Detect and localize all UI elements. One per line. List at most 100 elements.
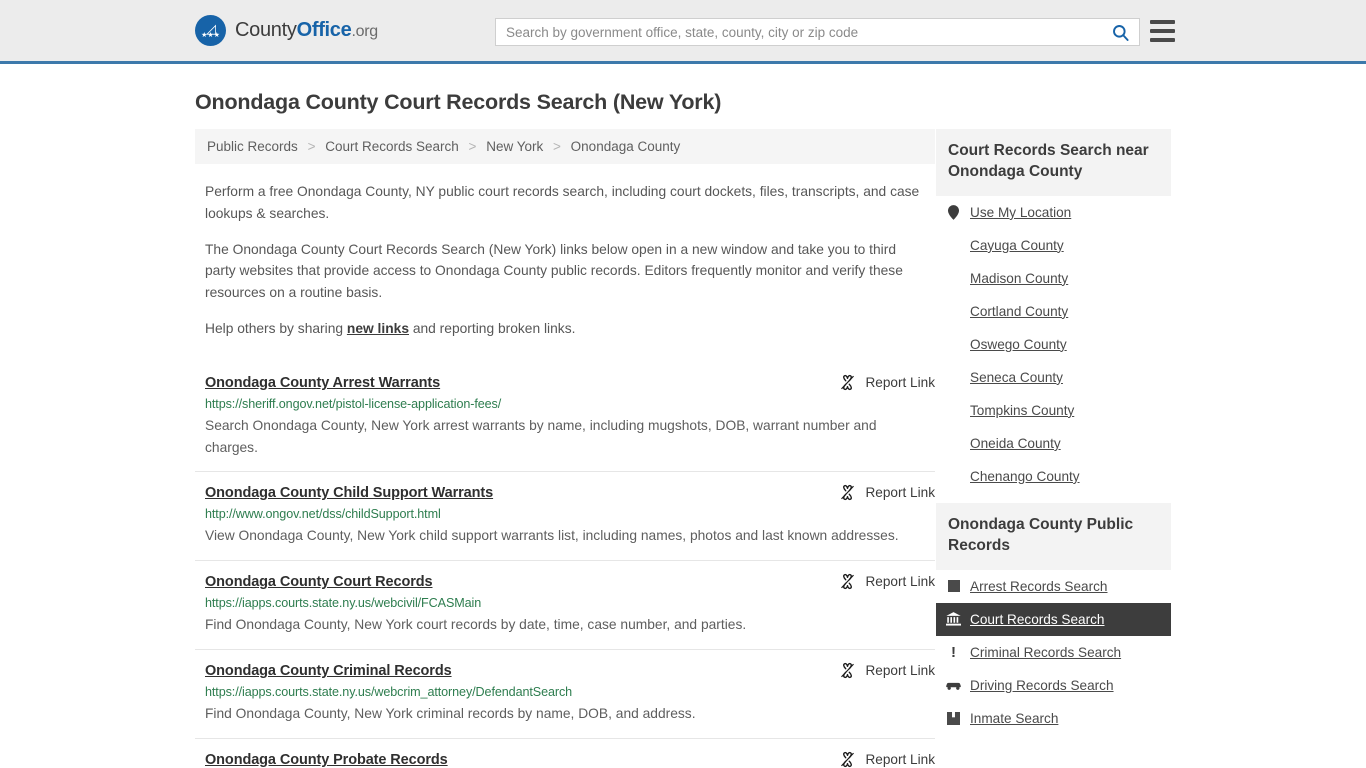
hamburger-bar (1150, 38, 1175, 42)
sidebar-public-records-section: Onondaga County Public Records Arrest Re… (936, 503, 1171, 735)
map-pin-glyph (948, 205, 959, 220)
exclamation-icon: ! (946, 645, 961, 660)
search-icon (1111, 23, 1130, 42)
sidebar-item-label: Arrest Records Search (970, 579, 1108, 594)
sidebar-nearby-section: Court Records Search near Onondaga Count… (936, 129, 1171, 493)
result-item: Onondaga County Probate Records Report L… (195, 738, 935, 768)
sidebar-item-cortland-county[interactable]: Cortland County (936, 295, 1171, 328)
broken-link-icon (839, 484, 856, 501)
jail-glyph (947, 712, 960, 725)
result-title-link[interactable]: Onondaga County Child Support Warrants (205, 485, 493, 501)
site-logo[interactable]: ◿ ★★★ CountyOffice.org (195, 15, 378, 46)
result-item: Onondaga County Court Records https://ia… (195, 560, 935, 649)
logo-text-county: County (235, 19, 297, 41)
content-columns: Public Records > Court Records Search > … (195, 129, 1171, 768)
result-title-link[interactable]: Onondaga County Court Records (205, 574, 433, 590)
sidebar-item-label: Inmate Search (970, 711, 1058, 726)
page-title: Onondaga County Court Records Search (Ne… (195, 90, 1171, 115)
sidebar-public-records-list: Arrest Records Search (936, 570, 1171, 735)
report-link-label: Report Link (865, 574, 935, 589)
courthouse-icon (946, 612, 961, 626)
broken-link-icon (839, 662, 856, 679)
sidebar-item-use-my-location[interactable]: Use My Location (936, 196, 1171, 229)
result-title-link[interactable]: Onondaga County Arrest Warrants (205, 375, 440, 391)
result-description: Search Onondaga County, New York arrest … (205, 415, 905, 459)
intro-paragraph-2: The Onondaga County Court Records Search… (205, 239, 923, 304)
report-link-button[interactable]: Report Link (839, 573, 935, 590)
sidebar-item-label: Chenango County (970, 469, 1080, 484)
breadcrumb-item-public-records[interactable]: Public Records (207, 139, 298, 154)
report-link-button[interactable]: Report Link (839, 662, 935, 679)
page-container: Onondaga County Court Records Search (Ne… (0, 90, 1366, 768)
sidebar-item-arrest-records-search[interactable]: Arrest Records Search (936, 570, 1171, 603)
report-link-button[interactable]: Report Link (839, 484, 935, 501)
sidebar-item-seneca-county[interactable]: Seneca County (936, 361, 1171, 394)
broken-link-icon (839, 573, 856, 590)
sidebar-item-driving-records-search[interactable]: Driving Records Search (936, 669, 1171, 702)
jail-icon (946, 712, 961, 725)
intro-paragraph-1: Perform a free Onondaga County, NY publi… (205, 181, 923, 225)
sidebar-item-label: Oneida County (970, 436, 1061, 451)
sidebar-item-tompkins-county[interactable]: Tompkins County (936, 394, 1171, 427)
logo-wordmark: CountyOffice.org (235, 19, 378, 42)
sidebar-item-label: Cortland County (970, 304, 1068, 319)
sidebar-item-madison-county[interactable]: Madison County (936, 262, 1171, 295)
sidebar-item-oneida-county[interactable]: Oneida County (936, 427, 1171, 460)
broken-link-icon (839, 374, 856, 391)
main-column: Public Records > Court Records Search > … (195, 129, 935, 768)
sidebar-item-inmate-search[interactable]: Inmate Search (936, 702, 1171, 735)
hamburger-menu-icon[interactable] (1150, 20, 1175, 42)
sidebar-item-label: Use My Location (970, 205, 1071, 220)
result-description: Find Onondaga County, New York criminal … (205, 703, 905, 725)
sidebar-nearby-list: Use My Location Cayuga County Madison Co… (936, 196, 1171, 493)
sidebar-item-label: Court Records Search (970, 612, 1104, 627)
car-icon (946, 680, 961, 691)
breadcrumb-separator: > (553, 139, 561, 154)
sidebar-item-oswego-county[interactable]: Oswego County (936, 328, 1171, 361)
sidebar-item-label: Driving Records Search (970, 678, 1114, 693)
courthouse-glyph (946, 612, 961, 626)
sidebar-item-label: Oswego County (970, 337, 1067, 352)
broken-link-icon (839, 751, 856, 768)
intro-p3-after: and reporting broken links. (409, 321, 575, 336)
sidebar-item-court-records-search[interactable]: Court Records Search (936, 603, 1171, 636)
search-bar (495, 18, 1140, 46)
result-item: Onondaga County Arrest Warrants https://… (195, 362, 935, 472)
result-title-link[interactable]: Onondaga County Probate Records (205, 752, 448, 768)
results-list: Onondaga County Arrest Warrants https://… (195, 362, 935, 768)
eagle-seal-icon: ◿ ★★★ (195, 15, 226, 46)
report-link-label: Report Link (865, 375, 935, 390)
breadcrumb: Public Records > Court Records Search > … (195, 129, 935, 164)
breadcrumb-item-court-records-search[interactable]: Court Records Search (325, 139, 459, 154)
map-pin-icon (946, 205, 961, 220)
sidebar-item-label: Criminal Records Search (970, 645, 1121, 660)
breadcrumb-item-new-york[interactable]: New York (486, 139, 543, 154)
result-url: https://sheriff.ongov.net/pistol-license… (205, 397, 935, 411)
new-links-link[interactable]: new links (347, 321, 409, 336)
intro-p3-before: Help others by sharing (205, 321, 347, 336)
sidebar-public-records-heading: Onondaga County Public Records (936, 503, 1171, 570)
sidebar-item-chenango-county[interactable]: Chenango County (936, 460, 1171, 493)
report-link-label: Report Link (865, 663, 935, 678)
fingerprint-icon (946, 580, 961, 592)
hamburger-bar (1150, 29, 1175, 33)
breadcrumb-item-onondaga-county[interactable]: Onondaga County (571, 139, 681, 154)
search-button[interactable] (1101, 19, 1139, 45)
sidebar-item-cayuga-county[interactable]: Cayuga County (936, 229, 1171, 262)
logo-text-office: Office (297, 19, 352, 41)
site-header: ◿ ★★★ CountyOffice.org (0, 0, 1366, 64)
result-description: View Onondaga County, New York child sup… (205, 525, 905, 547)
hamburger-bar (1150, 20, 1175, 24)
report-link-button[interactable]: Report Link (839, 374, 935, 391)
breadcrumb-separator: > (469, 139, 477, 154)
sidebar-item-label: Madison County (970, 271, 1068, 286)
car-glyph (946, 680, 961, 691)
report-link-label: Report Link (865, 752, 935, 767)
sidebar-nearby-heading: Court Records Search near Onondaga Count… (936, 129, 1171, 196)
search-input[interactable] (496, 19, 1101, 45)
result-title-link[interactable]: Onondaga County Criminal Records (205, 663, 452, 679)
sidebar-item-label: Cayuga County (970, 238, 1064, 253)
report-link-button[interactable]: Report Link (839, 751, 935, 768)
sidebar: Court Records Search near Onondaga Count… (936, 129, 1171, 745)
sidebar-item-criminal-records-search[interactable]: ! Criminal Records Search (936, 636, 1171, 669)
